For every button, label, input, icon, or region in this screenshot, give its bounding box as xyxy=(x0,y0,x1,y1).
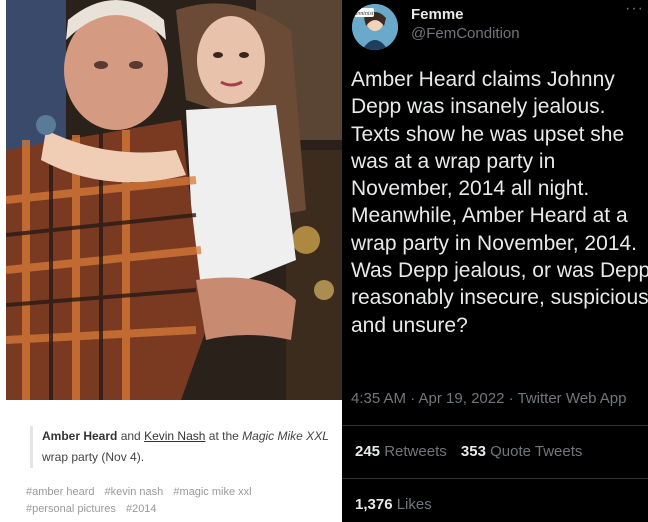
tumblr-post: Amber Heard and Kevin Nash at the Magic … xyxy=(0,0,342,522)
tag-link[interactable]: #2014 xyxy=(126,503,157,515)
divider xyxy=(342,425,648,426)
photo-illustration xyxy=(6,0,342,400)
tag-link[interactable]: #personal pictures xyxy=(26,503,116,515)
tag-list: #amber heard #kevin nash #magic mike xxl… xyxy=(26,484,336,518)
tweet: feminist Femme @FemCondition ··· Amber H… xyxy=(342,0,648,522)
retweets-count: 245 xyxy=(355,443,381,460)
quote-tweets-count: 353 xyxy=(460,443,486,460)
retweets-label: Retweets xyxy=(384,443,447,460)
caption-and: and xyxy=(120,429,141,443)
caption-rest: wrap party (Nov 4). xyxy=(42,450,145,464)
quote-tweets-stat[interactable]: 353 Quote Tweets xyxy=(461,443,582,460)
tag-link[interactable]: #magic mike xxl xyxy=(173,486,251,498)
avatar[interactable]: feminist xyxy=(352,4,398,50)
likes-stat[interactable]: 1,376 Likes xyxy=(355,496,432,513)
quote-tweets-label: Quote Tweets xyxy=(490,443,583,460)
user-handle[interactable]: @FemCondition xyxy=(411,25,520,42)
avatar-image: feminist xyxy=(352,4,398,50)
caption-person2-link[interactable]: Kevin Nash xyxy=(144,429,205,443)
caption-person1: Amber Heard xyxy=(42,429,118,443)
retweets-stat[interactable]: 245 Retweets xyxy=(355,443,447,460)
engagement-stats: 245 Retweets 353 Quote Tweets xyxy=(355,443,592,460)
display-name[interactable]: Femme xyxy=(411,6,464,23)
divider xyxy=(342,478,648,479)
caption-at-the: at the xyxy=(208,429,239,443)
likes-count: 1,376 xyxy=(355,496,393,513)
tag-link[interactable]: #kevin nash xyxy=(105,486,164,498)
photo-caption: Amber Heard and Kevin Nash at the Magic … xyxy=(30,426,330,468)
tag-link[interactable]: #amber heard xyxy=(26,486,95,498)
more-options-icon[interactable]: ··· xyxy=(625,0,644,18)
post-photo xyxy=(6,0,342,400)
tweet-text: Amber Heard claims Johnny Depp was insan… xyxy=(351,68,648,337)
likes-label: Likes xyxy=(396,496,432,513)
avatar-label: feminist xyxy=(355,10,374,17)
caption-card: Amber Heard and Kevin Nash at the Magic … xyxy=(6,400,342,522)
tweet-timestamp[interactable]: 4:35 AM · Apr 19, 2022 · Twitter Web App xyxy=(351,390,626,407)
caption-event: Magic Mike XXL xyxy=(242,429,329,443)
